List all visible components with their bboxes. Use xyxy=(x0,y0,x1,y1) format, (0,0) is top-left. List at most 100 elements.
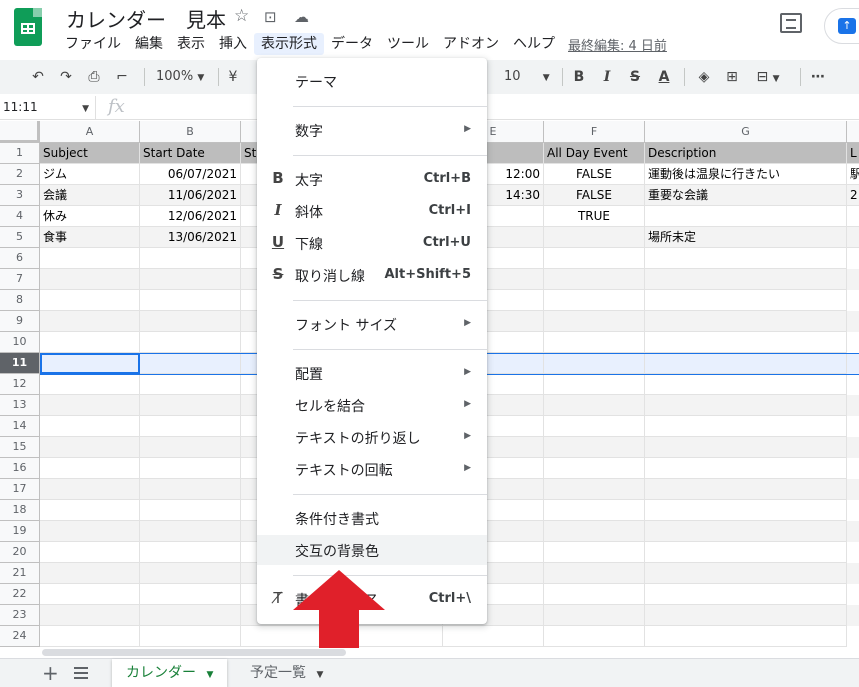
table-cell[interactable] xyxy=(544,395,645,416)
menu-addons[interactable]: アドオン xyxy=(436,33,506,55)
menu-item-conditional-formatting[interactable]: 条件付き書式 xyxy=(257,503,487,533)
column-header-f[interactable]: F xyxy=(544,121,645,143)
table-cell[interactable]: 重要な会議 xyxy=(645,185,847,206)
table-cell[interactable] xyxy=(140,395,241,416)
table-cell[interactable] xyxy=(40,290,140,311)
row-header[interactable]: 7 xyxy=(0,269,40,290)
table-cell[interactable] xyxy=(140,332,241,353)
menu-tools[interactable]: ツール xyxy=(380,33,436,55)
table-cell[interactable] xyxy=(140,374,241,395)
table-cell[interactable]: 会議 xyxy=(40,185,140,206)
move-folder-icon[interactable]: ⊡ xyxy=(264,8,277,26)
row-header[interactable]: 23 xyxy=(0,605,40,626)
table-cell[interactable]: 駅 xyxy=(847,164,859,185)
menu-item-strikethrough[interactable]: S 取り消し線 Alt+Shift+5 xyxy=(257,260,487,290)
table-cell[interactable] xyxy=(140,416,241,437)
column-header-b[interactable]: B xyxy=(140,121,241,143)
menu-help[interactable]: ヘルプ xyxy=(506,33,562,55)
row-header[interactable]: 12 xyxy=(0,374,40,395)
table-cell[interactable] xyxy=(544,248,645,269)
table-cell[interactable] xyxy=(544,584,645,605)
table-cell[interactable] xyxy=(544,290,645,311)
table-cell[interactable]: 2 xyxy=(847,185,859,206)
table-cell[interactable]: 食事 xyxy=(40,227,140,248)
cloud-status-icon[interactable]: ☁ xyxy=(294,8,309,26)
row-header[interactable]: 10 xyxy=(0,332,40,353)
name-box[interactable]: 11:11 ▼ xyxy=(0,96,96,120)
table-cell[interactable] xyxy=(40,269,140,290)
table-cell[interactable]: 運動後は温泉に行きたい xyxy=(645,164,847,185)
table-cell[interactable] xyxy=(645,332,847,353)
row-header[interactable]: 15 xyxy=(0,437,40,458)
present-button[interactable]: ↑ xyxy=(824,8,859,44)
menu-file[interactable]: ファイル xyxy=(58,33,128,55)
row-header[interactable]: 4 xyxy=(0,206,40,227)
borders-icon[interactable]: ⊞ xyxy=(722,65,742,89)
table-cell[interactable] xyxy=(645,206,847,227)
menu-edit[interactable]: 編集 xyxy=(128,33,170,55)
table-cell[interactable] xyxy=(140,479,241,500)
table-cell[interactable] xyxy=(544,626,645,647)
table-cell[interactable]: Description xyxy=(645,143,847,164)
menu-view[interactable]: 表示 xyxy=(170,33,212,55)
table-cell[interactable] xyxy=(443,626,544,647)
table-cell[interactable]: 11/06/2021 xyxy=(140,185,241,206)
table-cell[interactable] xyxy=(645,269,847,290)
row-header[interactable]: 17 xyxy=(0,479,40,500)
table-cell[interactable] xyxy=(544,479,645,500)
table-cell[interactable] xyxy=(645,605,847,626)
table-cell[interactable]: Subject xyxy=(40,143,140,164)
table-cell[interactable] xyxy=(544,416,645,437)
table-cell[interactable] xyxy=(544,500,645,521)
table-cell[interactable] xyxy=(645,437,847,458)
table-cell[interactable]: 場所未定 xyxy=(645,227,847,248)
strikethrough-icon[interactable]: S xyxy=(626,65,644,89)
star-icon[interactable]: ☆ xyxy=(234,6,249,26)
table-cell[interactable]: TRUE xyxy=(544,206,645,227)
table-cell[interactable]: L xyxy=(847,143,859,164)
table-cell[interactable] xyxy=(847,206,859,227)
table-cell[interactable] xyxy=(140,269,241,290)
row-header-selected[interactable]: 11 xyxy=(0,353,40,374)
table-cell[interactable] xyxy=(544,605,645,626)
redo-icon[interactable]: ↷ xyxy=(56,65,76,89)
table-cell[interactable] xyxy=(40,563,140,584)
row-header[interactable]: 14 xyxy=(0,416,40,437)
table-cell[interactable] xyxy=(140,500,241,521)
menu-item-underline[interactable]: U 下線 Ctrl+U xyxy=(257,228,487,258)
menu-insert[interactable]: 挿入 xyxy=(212,33,254,55)
menu-item-alternating-colors[interactable]: 交互の背景色 xyxy=(257,535,487,565)
table-cell[interactable] xyxy=(544,563,645,584)
table-cell[interactable] xyxy=(140,458,241,479)
table-cell[interactable] xyxy=(140,563,241,584)
table-cell[interactable] xyxy=(544,353,645,374)
table-cell[interactable] xyxy=(645,374,847,395)
row-header[interactable]: 13 xyxy=(0,395,40,416)
table-cell[interactable]: All Day Event xyxy=(544,143,645,164)
font-size-select[interactable]: 10 ▼ xyxy=(496,65,556,89)
table-cell[interactable] xyxy=(140,311,241,332)
table-cell[interactable]: 休み xyxy=(40,206,140,227)
row-header[interactable]: 6 xyxy=(0,248,40,269)
row-header[interactable]: 18 xyxy=(0,500,40,521)
all-sheets-icon[interactable] xyxy=(74,667,88,679)
table-cell[interactable] xyxy=(40,521,140,542)
table-cell[interactable] xyxy=(645,353,847,374)
more-options-icon[interactable]: ⋯ xyxy=(808,65,828,89)
table-cell[interactable] xyxy=(645,311,847,332)
menu-data[interactable]: データ xyxy=(324,33,380,55)
table-cell[interactable] xyxy=(544,311,645,332)
menu-item-merge-cells[interactable]: セルを結合 ▶ xyxy=(257,390,487,420)
menu-item-text-rotation[interactable]: テキストの回転 ▶ xyxy=(257,454,487,484)
row-header[interactable]: 5 xyxy=(0,227,40,248)
table-cell[interactable] xyxy=(645,521,847,542)
table-cell[interactable] xyxy=(544,458,645,479)
table-cell[interactable] xyxy=(544,332,645,353)
currency-format-button[interactable]: ¥ xyxy=(224,65,242,89)
table-cell[interactable] xyxy=(544,227,645,248)
row-header[interactable]: 2 xyxy=(0,164,40,185)
table-cell[interactable] xyxy=(40,626,140,647)
row-header[interactable]: 20 xyxy=(0,542,40,563)
row-header[interactable]: 22 xyxy=(0,584,40,605)
row-header[interactable]: 24 xyxy=(0,626,40,647)
